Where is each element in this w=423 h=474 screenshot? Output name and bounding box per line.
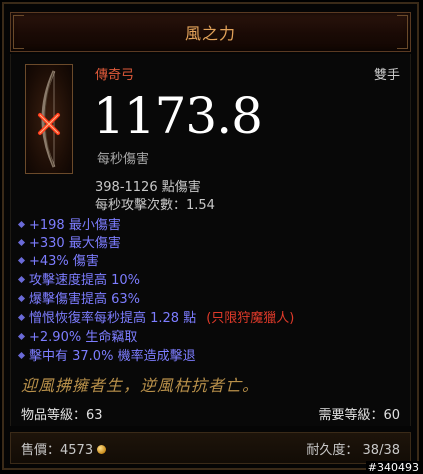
bullet-icon [17,332,26,341]
bullet-icon [17,351,26,360]
durability: 耐久度： 38/38 [306,443,400,458]
bullet-icon [17,275,26,284]
bullet-icon [17,313,26,322]
affix-line: +2.90% 生命竊取 [17,329,138,346]
legendary-bow-icon [25,64,73,174]
bullet-icon [17,256,26,265]
affix-line: +198 最小傷害 [17,217,121,234]
affix-line: 攻擊速度提高 10% [17,272,141,289]
required-level: 需要等級：60 [318,408,400,423]
affix-text: +43% 傷害 [29,254,99,269]
gold-coin-icon [97,445,107,454]
tooltip-footer: 售價：4573 耐久度： 38/38 [10,432,411,464]
tooltip-title-bar: 風之力 [10,12,411,52]
tooltip-body: 傳奇弓 雙手 1173.8 每秒傷害 398-1126 點傷害 每秒攻擊次數：1… [10,54,411,426]
affix-text: +198 最小傷害 [29,218,121,233]
affix-text: 攻擊速度提高 10% [29,273,141,288]
sell-price: 售價：4573 [21,439,107,458]
dps-label: 每秒傷害 [97,152,150,167]
damage-range: 398-1126 點傷害 [95,180,201,195]
bullet-icon [17,238,26,247]
affix-text: +2.90% 生命竊取 [29,330,138,345]
bullet-icon [17,220,26,229]
hand-type-label: 雙手 [373,68,400,83]
dps-value: 1173.8 [93,87,263,145]
bullet-icon [17,294,26,303]
affix-line: +330 最大傷害 [17,235,121,252]
flavor-text: 迎風拂擁者生，逆風枯抗者亡。 [21,376,260,395]
item-name: 風之力 [184,24,236,43]
affix-line: +43% 傷害 [17,253,99,270]
sell-price-text: 售價：4573 [21,443,94,458]
affix-line: 憎恨恢復率每秒提高 1.28 點 (只限狩魔獵人) [17,310,295,327]
affix-text: 擊中有 37.0% 機率造成擊退 [29,349,196,364]
watermark: #340493 [365,461,421,474]
class-requirement: (只限狩魔獵人) [206,311,295,326]
item-type-label: 傳奇弓 [95,68,135,83]
item-level: 物品等級：63 [21,408,103,423]
affix-text: 爆擊傷害提高 63% [29,292,141,307]
affix-text: 憎恨恢復率每秒提高 1.28 點 [29,311,197,326]
affix-line: 爆擊傷害提高 63% [17,291,141,308]
affix-text: +330 最大傷害 [29,236,121,251]
affix-line: 擊中有 37.0% 機率造成擊退 [17,348,196,365]
attacks-per-second: 每秒攻擊次數：1.54 [95,198,215,213]
